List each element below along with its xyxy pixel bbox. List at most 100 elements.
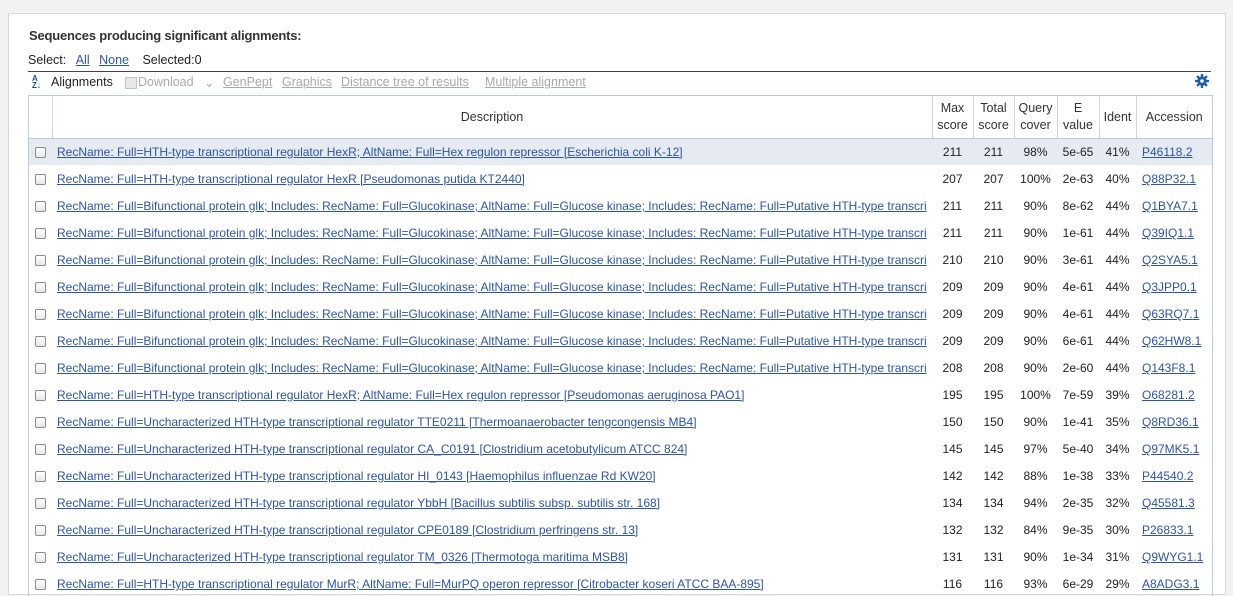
e-value: 4e-61 (1057, 274, 1099, 301)
row-checkbox[interactable] (35, 363, 46, 374)
row-checkbox[interactable] (35, 147, 46, 158)
table-row[interactable]: RecName: Full=HTH-type transcriptional r… (29, 382, 1212, 409)
header-ident[interactable]: Ident (1099, 96, 1136, 139)
max-score: 207 (932, 166, 973, 193)
accession-link[interactable]: Q88P32.1 (1142, 172, 1196, 186)
table-row[interactable]: RecName: Full=Uncharacterized HTH-type t… (29, 517, 1212, 544)
checkbox-cell (29, 517, 52, 544)
alignments-view-button[interactable]: Alignments (51, 75, 113, 89)
row-checkbox[interactable] (35, 336, 46, 347)
description-link[interactable]: RecName: Full=Bifunctional protein glk; … (57, 307, 927, 321)
table-row[interactable]: RecName: Full=Uncharacterized HTH-type t… (29, 463, 1212, 490)
header-query-cover[interactable]: Querycover (1014, 96, 1057, 139)
description-link[interactable]: RecName: Full=Bifunctional protein glk; … (57, 361, 927, 375)
row-checkbox[interactable] (35, 417, 46, 428)
description-cell: RecName: Full=HTH-type transcriptional r… (52, 382, 932, 409)
header-evalue[interactable]: Evalue (1057, 96, 1099, 139)
chevron-down-icon[interactable]: ⌄ (204, 75, 214, 90)
description-link[interactable]: RecName: Full=Bifunctional protein glk; … (57, 334, 927, 348)
table-row[interactable]: RecName: Full=Bifunctional protein glk; … (29, 355, 1212, 382)
table-row[interactable]: RecName: Full=Bifunctional protein glk; … (29, 220, 1212, 247)
row-checkbox[interactable] (35, 282, 46, 293)
select-none-link[interactable]: None (99, 53, 129, 67)
table-row[interactable]: RecName: Full=HTH-type transcriptional r… (29, 139, 1212, 166)
description-link[interactable]: RecName: Full=Uncharacterized HTH-type t… (57, 550, 628, 564)
row-checkbox[interactable] (35, 228, 46, 239)
description-link[interactable]: RecName: Full=HTH-type transcriptional r… (57, 577, 764, 591)
description-cell: RecName: Full=Bifunctional protein glk; … (52, 193, 932, 220)
accession-link[interactable]: Q45581.3 (1142, 496, 1195, 510)
table-row[interactable]: RecName: Full=Uncharacterized HTH-type t… (29, 490, 1212, 517)
results-panel: Sequences producing significant alignmen… (8, 13, 1226, 595)
description-link[interactable]: RecName: Full=Uncharacterized HTH-type t… (57, 469, 656, 483)
checkbox-cell (29, 301, 52, 328)
accession-link[interactable]: P46118.2 (1142, 145, 1193, 159)
description-cell: RecName: Full=Bifunctional protein glk; … (52, 274, 932, 301)
row-checkbox[interactable] (35, 498, 46, 509)
description-link[interactable]: RecName: Full=Bifunctional protein glk; … (57, 226, 927, 240)
accession-link[interactable]: A8ADG3.1 (1142, 577, 1199, 591)
table-row[interactable]: RecName: Full=Bifunctional protein glk; … (29, 193, 1212, 220)
row-checkbox[interactable] (35, 525, 46, 536)
table-row[interactable]: RecName: Full=Bifunctional protein glk; … (29, 274, 1212, 301)
accession-link[interactable]: Q1BYA7.1 (1142, 199, 1198, 213)
header-description[interactable]: Description (52, 96, 932, 139)
table-row[interactable]: RecName: Full=HTH-type transcriptional r… (29, 571, 1212, 596)
description-link[interactable]: RecName: Full=Bifunctional protein glk; … (57, 280, 927, 294)
query-cover: 90% (1014, 247, 1057, 274)
download-button[interactable]: Download (138, 75, 194, 89)
header-accession[interactable]: Accession (1136, 96, 1212, 139)
description-link[interactable]: RecName: Full=Uncharacterized HTH-type t… (57, 523, 638, 537)
accession-link[interactable]: Q9WYG1.1 (1142, 550, 1203, 564)
description-link[interactable]: RecName: Full=HTH-type transcriptional r… (57, 172, 525, 186)
accession-link[interactable]: Q97MK5.1 (1142, 442, 1199, 456)
table-row[interactable]: RecName: Full=Bifunctional protein glk; … (29, 301, 1212, 328)
description-link[interactable]: RecName: Full=Bifunctional protein glk; … (57, 253, 927, 267)
row-checkbox[interactable] (35, 201, 46, 212)
total-score: 145 (973, 436, 1014, 463)
row-checkbox[interactable] (35, 390, 46, 401)
header-max-score[interactable]: Maxscore (932, 96, 973, 139)
accession-link[interactable]: Q62HW8.1 (1142, 334, 1201, 348)
select-all-link[interactable]: All (76, 53, 90, 67)
table-row[interactable]: RecName: Full=Uncharacterized HTH-type t… (29, 544, 1212, 571)
table-row[interactable]: RecName: Full=Uncharacterized HTH-type t… (29, 409, 1212, 436)
table-row[interactable]: RecName: Full=Bifunctional protein glk; … (29, 328, 1212, 355)
row-checkbox[interactable] (35, 552, 46, 563)
header-total-score[interactable]: Totalscore (973, 96, 1014, 139)
description-link[interactable]: RecName: Full=Uncharacterized HTH-type t… (57, 442, 687, 456)
table-row[interactable]: RecName: Full=Uncharacterized HTH-type t… (29, 436, 1212, 463)
row-checkbox[interactable] (35, 471, 46, 482)
accession-link[interactable]: Q63RQ7.1 (1142, 307, 1199, 321)
table-row[interactable]: RecName: Full=Bifunctional protein glk; … (29, 247, 1212, 274)
description-link[interactable]: RecName: Full=Bifunctional protein glk; … (57, 199, 927, 213)
multiple-alignment-link[interactable]: Multiple alignment (485, 75, 586, 89)
sort-az-icon[interactable]: AZ↓ (32, 75, 44, 89)
table-row[interactable]: RecName: Full=HTH-type transcriptional r… (29, 166, 1212, 193)
description-link[interactable]: RecName: Full=Uncharacterized HTH-type t… (57, 496, 660, 510)
accession-link[interactable]: P44540.2 (1142, 469, 1193, 483)
gear-icon[interactable] (1194, 73, 1210, 89)
accession-link[interactable]: Q3JPP0.1 (1142, 280, 1197, 294)
row-checkbox[interactable] (35, 255, 46, 266)
description-link[interactable]: RecName: Full=HTH-type transcriptional r… (57, 388, 744, 402)
description-link[interactable]: RecName: Full=HTH-type transcriptional r… (57, 145, 683, 159)
row-checkbox[interactable] (35, 444, 46, 455)
query-cover: 90% (1014, 328, 1057, 355)
accession-link[interactable]: Q2SYA5.1 (1142, 253, 1198, 267)
accession-link[interactable]: Q143F8.1 (1142, 361, 1195, 375)
description-link[interactable]: RecName: Full=Uncharacterized HTH-type t… (57, 415, 697, 429)
query-cover: 90% (1014, 544, 1057, 571)
total-score: 211 (973, 139, 1014, 166)
accession-link[interactable]: Q39IQ1.1 (1142, 226, 1194, 240)
total-score: 150 (973, 409, 1014, 436)
row-checkbox[interactable] (35, 309, 46, 320)
total-score: 209 (973, 274, 1014, 301)
distance-tree-link[interactable]: Distance tree of results (341, 75, 469, 89)
accession-link[interactable]: Q8RD36.1 (1142, 415, 1199, 429)
graphics-link[interactable]: Graphics (282, 75, 332, 89)
accession-link[interactable]: O68281.2 (1142, 388, 1195, 402)
genpept-link[interactable]: GenPept (223, 75, 272, 89)
accession-link[interactable]: P26833.1 (1142, 523, 1193, 537)
row-checkbox[interactable] (35, 174, 46, 185)
